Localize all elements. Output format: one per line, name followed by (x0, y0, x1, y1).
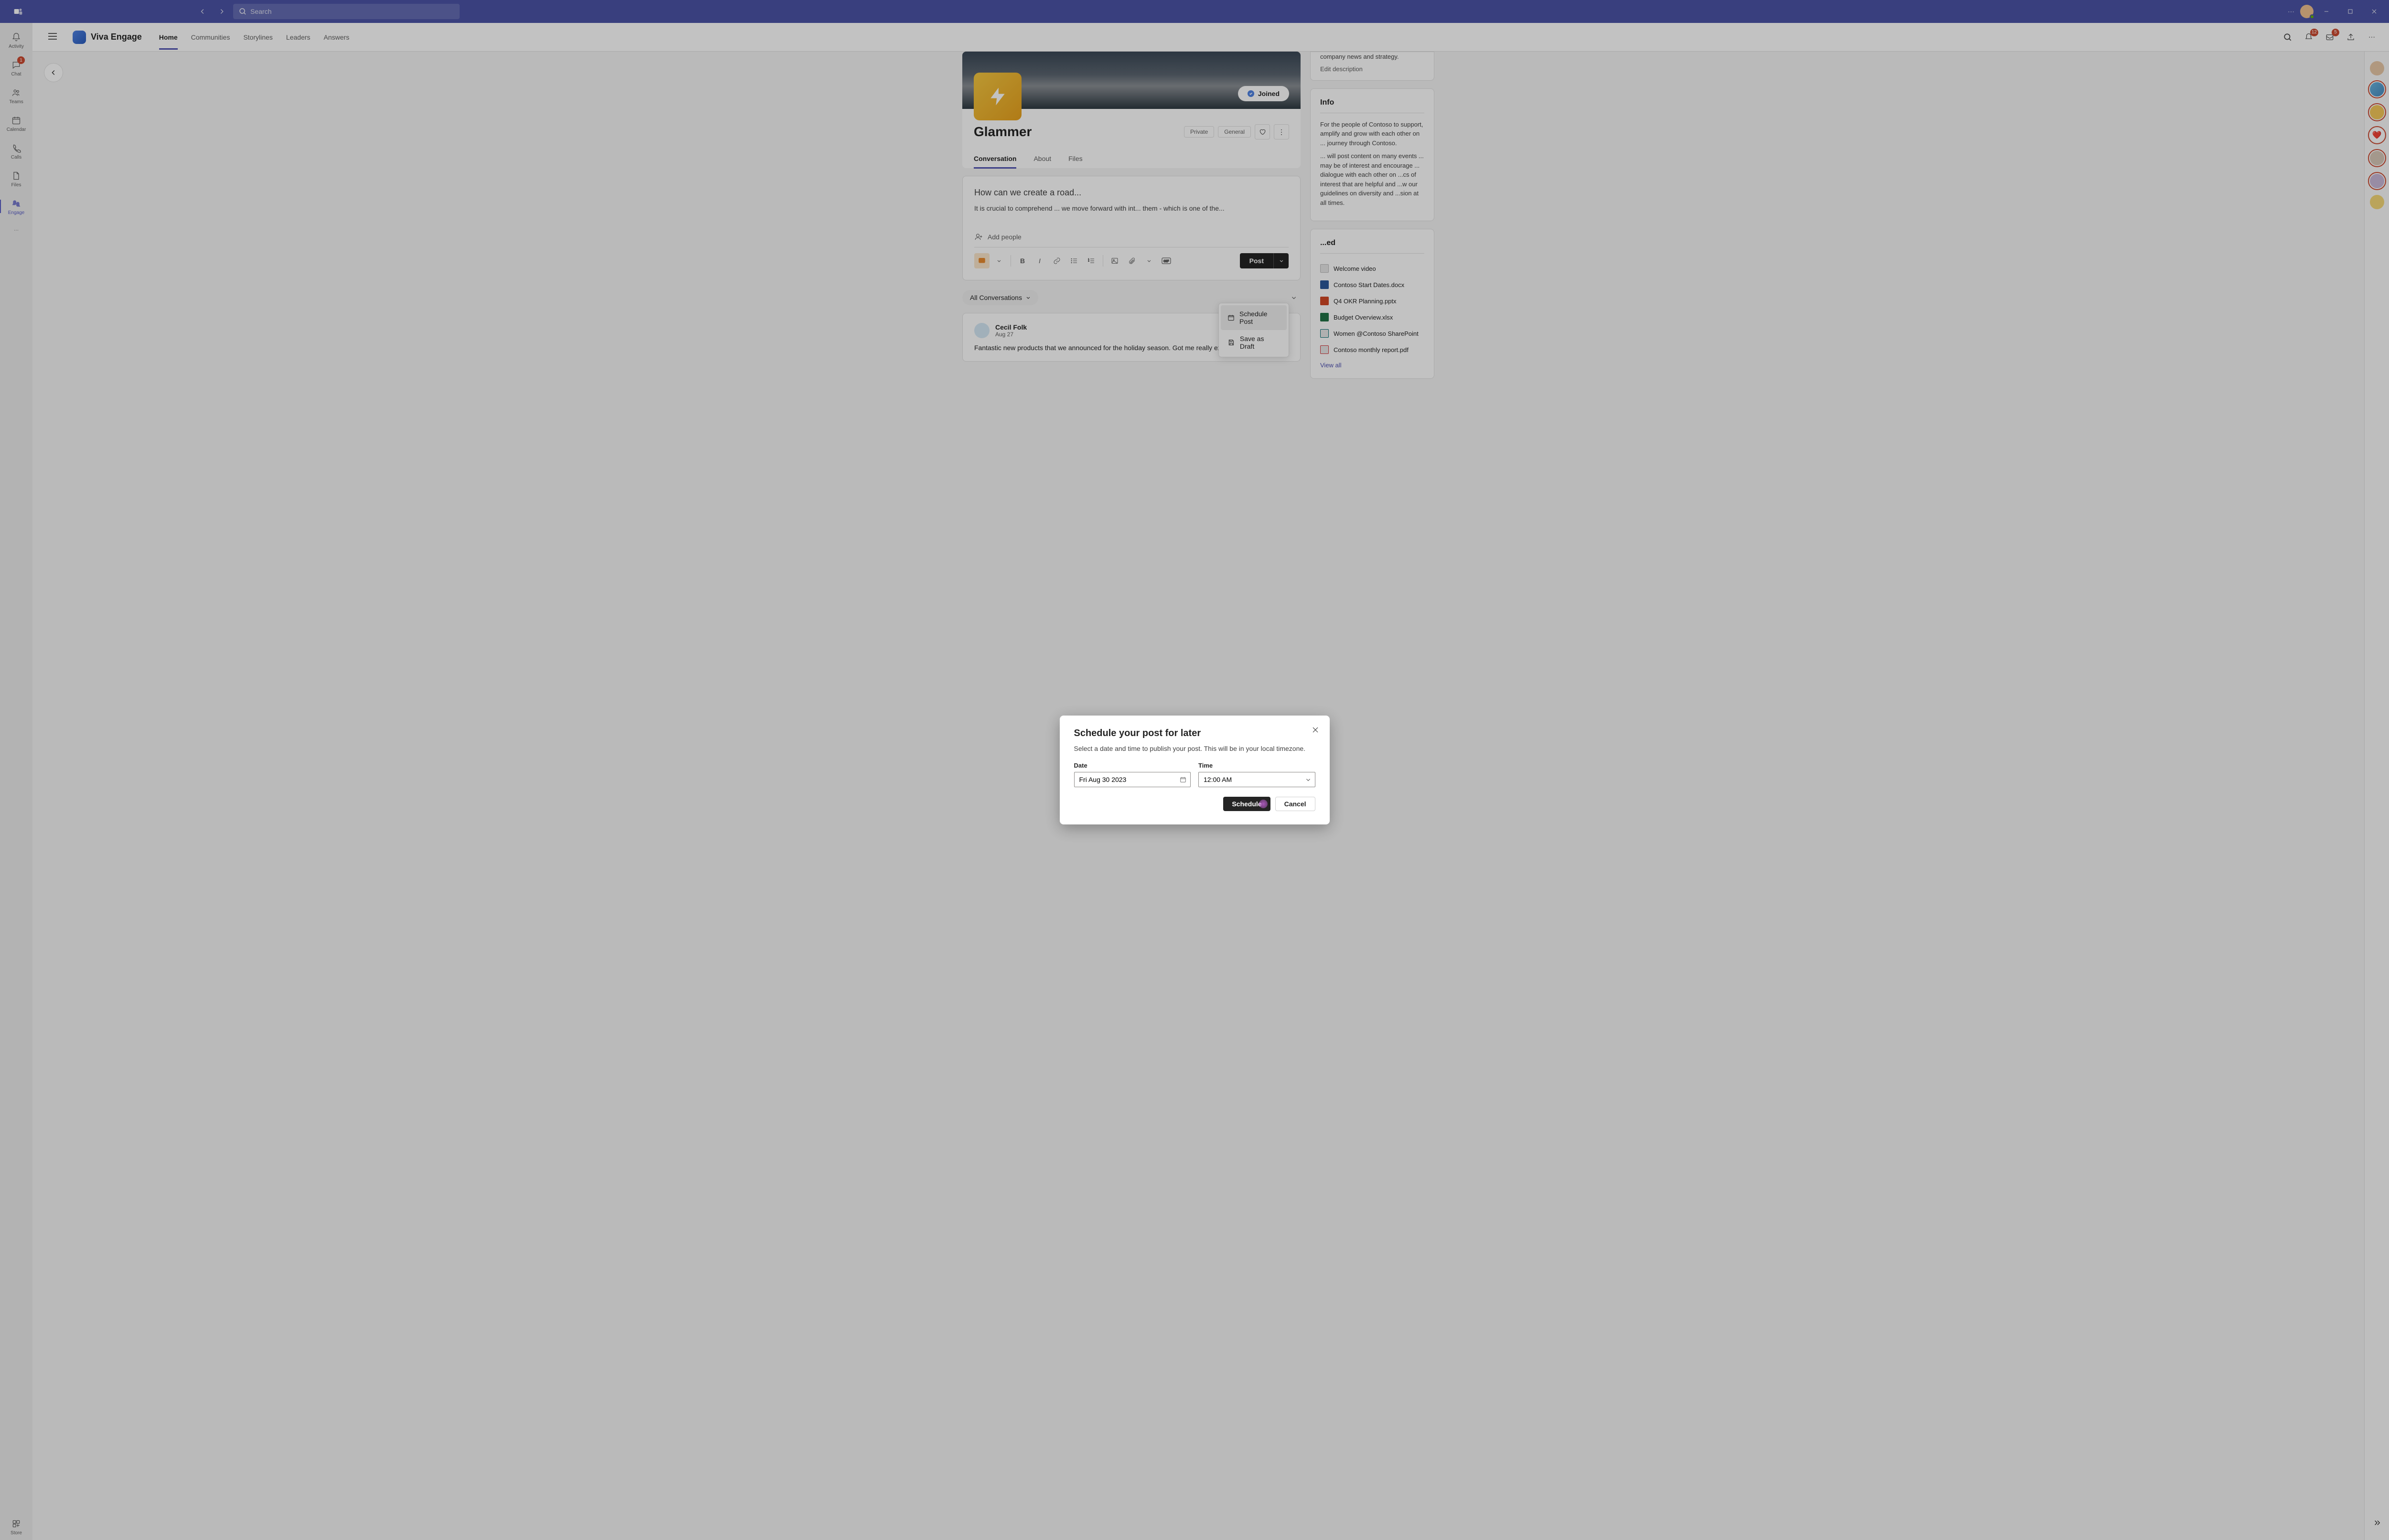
date-picker[interactable] (1074, 772, 1191, 787)
time-label: Time (1198, 762, 1315, 769)
dialog-description: Select a date and time to publish your p… (1074, 745, 1315, 752)
schedule-post-dialog: Schedule your post for later Select a da… (1060, 716, 1330, 824)
time-input[interactable] (1204, 776, 1300, 783)
cancel-button[interactable]: Cancel (1275, 797, 1315, 811)
chevron-down-icon (1305, 777, 1311, 782)
time-picker[interactable] (1198, 772, 1315, 787)
dialog-title: Schedule your post for later (1074, 728, 1315, 739)
button-label: Schedule (1232, 800, 1261, 808)
modal-overlay[interactable]: Schedule your post for later Select a da… (0, 0, 2389, 1540)
date-label: Date (1074, 762, 1191, 769)
calendar-icon (1180, 776, 1186, 783)
date-input[interactable] (1079, 776, 1175, 783)
dialog-close-button[interactable] (1310, 724, 1321, 736)
schedule-button[interactable]: Schedule (1223, 797, 1270, 811)
cursor-highlight (1259, 800, 1268, 808)
